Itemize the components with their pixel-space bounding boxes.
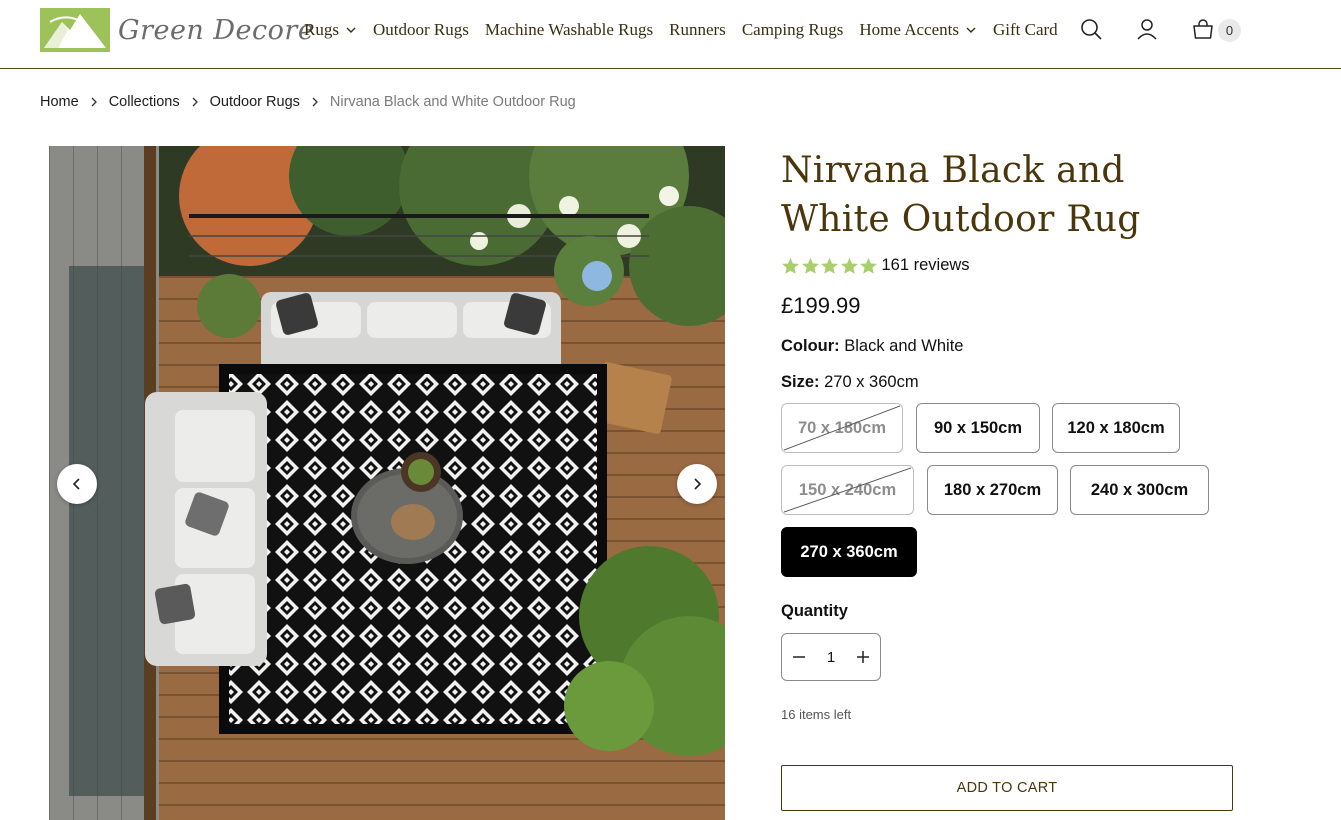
size-button-label: 120 x 180cm bbox=[1067, 418, 1165, 437]
star-icon bbox=[801, 257, 819, 274]
nav-label: Machine Washable Rugs bbox=[484, 20, 654, 39]
cart-count-badge: 0 bbox=[1218, 19, 1241, 42]
nav-item-machine-washable-rugs[interactable]: Machine Washable Rugs bbox=[485, 20, 653, 40]
minus-icon[interactable] bbox=[792, 650, 806, 664]
search-icon[interactable] bbox=[1079, 17, 1103, 41]
star-icon bbox=[781, 257, 800, 274]
stock-status: 16 items left bbox=[781, 707, 852, 722]
strikethrough-icon bbox=[783, 405, 901, 451]
nav-label: Rugs bbox=[304, 20, 339, 39]
size-button-120x180[interactable]: 120 x 180cm bbox=[1052, 403, 1180, 453]
size-button-240x300[interactable]: 240 x 300cm bbox=[1070, 465, 1209, 515]
chevron-down-icon bbox=[346, 27, 356, 33]
nav-item-outdoor-rugs[interactable]: Outdoor Rugs bbox=[373, 20, 469, 40]
chevron-right-icon bbox=[694, 478, 702, 490]
chevron-left-icon bbox=[72, 478, 80, 490]
colour-value: Black and White bbox=[844, 337, 964, 355]
colour-label: Colour: bbox=[781, 337, 840, 355]
product-rating[interactable]: 161 reviews bbox=[781, 256, 970, 275]
brand-name: Green Decore bbox=[118, 14, 315, 46]
star-icon bbox=[820, 257, 839, 274]
nav-label: Camping Rugs bbox=[741, 20, 844, 39]
cart-icon[interactable] bbox=[1191, 17, 1215, 41]
breadcrumb-home[interactable]: Home bbox=[40, 94, 79, 110]
size-option: Size: 270 x 360cm bbox=[781, 373, 919, 392]
size-button-label: 270 x 360cm bbox=[800, 542, 898, 561]
size-button-90x150[interactable]: 90 x 150cm bbox=[916, 403, 1040, 453]
nav-label: Gift Card bbox=[992, 20, 1058, 39]
quantity-stepper: 1 bbox=[781, 633, 881, 681]
breadcrumb-collections[interactable]: Collections bbox=[109, 94, 180, 110]
size-value: 270 x 360cm bbox=[824, 373, 919, 391]
gallery-prev-button[interactable] bbox=[57, 464, 97, 504]
breadcrumb-outdoor-rugs[interactable]: Outdoor Rugs bbox=[210, 94, 300, 110]
nav-item-runners[interactable]: Runners bbox=[669, 20, 726, 40]
size-button-70x180[interactable]: 70 x 180cm bbox=[781, 403, 903, 453]
site-header: Green Decore Rugs Outdoor Rugs Machine W… bbox=[0, 0, 1341, 69]
breadcrumb: Home Collections Outdoor Rugs Nirvana Bl… bbox=[40, 94, 576, 110]
quantity-value[interactable]: 1 bbox=[816, 649, 846, 666]
star-icon bbox=[859, 257, 878, 274]
nav-item-gift-card[interactable]: Gift Card bbox=[993, 20, 1058, 40]
reviews-count: 161 reviews bbox=[881, 256, 970, 274]
plus-icon[interactable] bbox=[856, 650, 870, 664]
size-button-180x270[interactable]: 180 x 270cm bbox=[927, 465, 1058, 515]
logo-mountain-icon bbox=[40, 8, 110, 52]
nav-label: Runners bbox=[669, 20, 726, 39]
strikethrough-icon bbox=[783, 467, 912, 513]
size-label: Size: bbox=[781, 373, 820, 391]
nav-item-camping-rugs[interactable]: Camping Rugs bbox=[742, 20, 844, 40]
chevron-right-icon bbox=[192, 97, 198, 107]
gallery-next-button[interactable] bbox=[677, 464, 717, 504]
main-nav: Rugs Outdoor Rugs Machine Washable Rugs … bbox=[304, 18, 1074, 42]
product-title: Nirvana Black and White Outdoor Rug bbox=[781, 150, 1141, 240]
nav-item-rugs[interactable]: Rugs bbox=[304, 20, 357, 40]
nav-item-home-accents[interactable]: Home Accents bbox=[859, 20, 977, 40]
product-photo bbox=[49, 146, 725, 820]
nav-label: Home Accents bbox=[859, 20, 959, 39]
chevron-down-icon bbox=[966, 27, 976, 33]
add-to-cart-button[interactable]: ADD TO CART bbox=[781, 765, 1233, 811]
colour-option: Colour: Black and White bbox=[781, 337, 963, 356]
size-button-270x360[interactable]: 270 x 360cm bbox=[781, 527, 917, 577]
brand-logo[interactable]: Green Decore bbox=[40, 8, 314, 52]
product-info: Nirvana Black and White Outdoor Rug 161 … bbox=[781, 146, 1241, 811]
quantity-label: Quantity bbox=[781, 602, 848, 620]
chevron-right-icon bbox=[91, 97, 97, 107]
size-button-label: 240 x 300cm bbox=[1090, 480, 1189, 499]
star-rating bbox=[781, 257, 879, 275]
product-image-gallery[interactable] bbox=[49, 146, 725, 820]
breadcrumb-current: Nirvana Black and White Outdoor Rug bbox=[329, 94, 576, 110]
size-button-label: 90 x 150cm bbox=[933, 418, 1023, 437]
star-icon bbox=[840, 257, 858, 274]
size-button-label: 180 x 270cm bbox=[943, 480, 1042, 499]
product-price: £199.99 bbox=[781, 293, 861, 318]
size-button-150x240[interactable]: 150 x 240cm bbox=[781, 465, 914, 515]
nav-label: Outdoor Rugs bbox=[372, 20, 469, 39]
chevron-right-icon bbox=[312, 97, 318, 107]
account-icon[interactable] bbox=[1135, 17, 1159, 41]
